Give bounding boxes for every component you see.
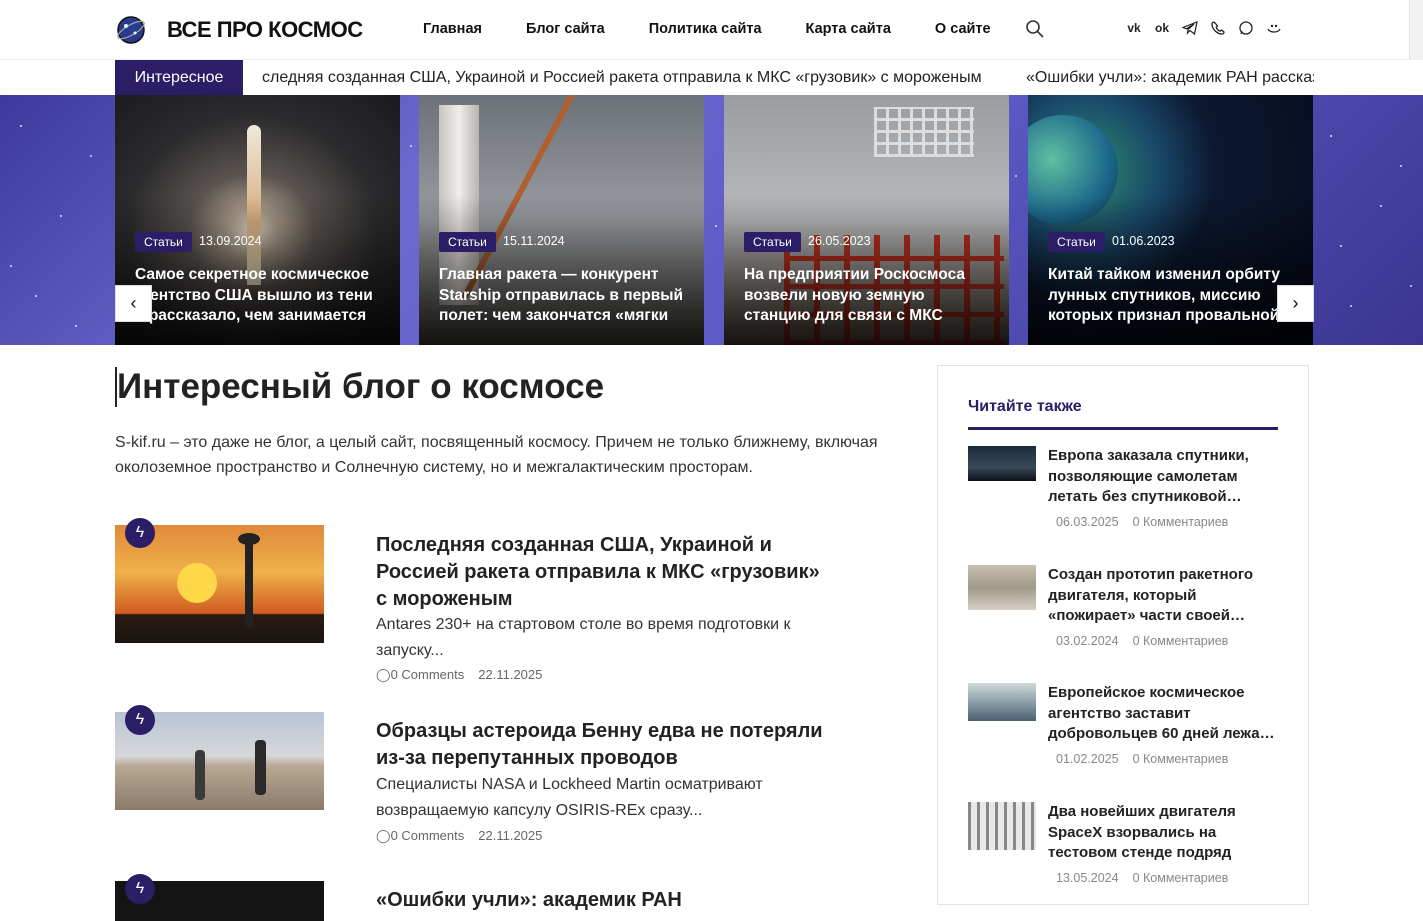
sidebar-item-meta: 01.02.2025 0 Комментариев bbox=[1056, 752, 1242, 766]
sidebar-item-title[interactable]: Европа заказала спутники, позволяющие са… bbox=[1048, 446, 1280, 508]
sidebar-item-title[interactable]: Два новейших двигателя SpaceX взорвались… bbox=[1048, 802, 1280, 864]
site-logo-text[interactable]: ВСЕ ПРО КОСМОС bbox=[167, 17, 363, 43]
post-title[interactable]: Образцы астероида Бенну едва не потеряли… bbox=[376, 718, 836, 772]
slide-title[interactable]: Самое секретное космическое агентство СШ… bbox=[135, 265, 385, 327]
slide-date: 15.11.2024 bbox=[503, 234, 565, 248]
sidebar-item-comments[interactable]: 0 Комментариев bbox=[1133, 871, 1229, 885]
nav-about[interactable]: О сайте bbox=[935, 21, 991, 37]
page-title: Интересный блог о космосе bbox=[115, 367, 605, 407]
site-header: ВСЕ ПРО КОСМОС Главная Блог сайта Полити… bbox=[0, 0, 1423, 60]
sidebar-item-comments[interactable]: 0 Комментариев bbox=[1133, 634, 1229, 648]
tower-image bbox=[245, 537, 253, 627]
viber-icon[interactable] bbox=[1210, 20, 1226, 36]
search-icon[interactable] bbox=[1025, 19, 1045, 39]
nav-policy[interactable]: Политика сайта bbox=[649, 21, 762, 37]
sun-image bbox=[177, 563, 217, 603]
sidebar-item-meta: 03.02.2024 0 Комментариев bbox=[1056, 634, 1242, 648]
person-image bbox=[255, 740, 266, 795]
sidebar-item-comments[interactable]: 0 Комментариев bbox=[1133, 515, 1229, 529]
vk-video-icon[interactable] bbox=[1266, 20, 1282, 36]
nav-sitemap[interactable]: Карта сайта bbox=[806, 21, 891, 37]
slide-date: 01.06.2023 bbox=[1112, 234, 1175, 248]
sidebar-item-title[interactable]: Создан прототип ракетного двигателя, кот… bbox=[1048, 565, 1280, 627]
slide-card[interactable]: Статьи 26.05.2023 На предприятии Роскосм… bbox=[724, 95, 1009, 345]
sidebar-item-meta: 06.03.2025 0 Комментариев bbox=[1056, 515, 1242, 529]
slide-category-badge[interactable]: Статьи bbox=[1048, 232, 1105, 252]
slide-card[interactable]: Статьи 15.11.2024 Главная ракета — конку… bbox=[419, 95, 704, 345]
comment-icon: ◯ bbox=[376, 828, 391, 843]
ok-icon[interactable]: ok bbox=[1154, 20, 1170, 36]
sidebar-item-comments[interactable]: 0 Комментариев bbox=[1133, 752, 1229, 766]
nav-blog[interactable]: Блог сайта bbox=[526, 21, 605, 37]
lightning-icon: ϟ bbox=[125, 518, 155, 548]
featured-slider: Статьи 13.09.2024 Самое секретное космич… bbox=[0, 95, 1423, 345]
post-meta: ◯0 Comments 22.11.2025 bbox=[376, 828, 556, 844]
ticker-item[interactable]: следняя созданная США, Украиной и Россие… bbox=[262, 60, 982, 95]
vk-icon[interactable]: vk bbox=[1126, 20, 1142, 36]
post-excerpt: Специалисты NASA и Lockheed Martin осмат… bbox=[376, 776, 763, 819]
slide-category-badge[interactable]: Статьи bbox=[135, 232, 192, 252]
sidebar-item-date: 06.03.2025 bbox=[1056, 515, 1119, 529]
sidebar: Читайте также Европа заказала спутники, … bbox=[937, 365, 1309, 905]
slide-category-badge[interactable]: Статьи bbox=[439, 232, 496, 252]
news-ticker: Интересное следняя созданная США, Украин… bbox=[0, 60, 1423, 95]
slide-card[interactable]: Статьи 01.06.2023 Китай тайком изменил о… bbox=[1028, 95, 1313, 345]
slide-title[interactable]: На предприятии Роскосмоса возвели новую … bbox=[744, 265, 994, 327]
slide-title[interactable]: Главная ракета — конкурент Starship отпр… bbox=[439, 265, 689, 327]
post-comments[interactable]: 0 Comments bbox=[391, 667, 465, 682]
post-date: 22.11.2025 bbox=[478, 828, 543, 843]
sidebar-item-meta: 13.05.2024 0 Комментариев bbox=[1056, 871, 1242, 885]
tower-top-image bbox=[238, 533, 260, 545]
sidebar-item-date: 03.02.2024 bbox=[1056, 634, 1119, 648]
ticker-track: следняя созданная США, Украиной и Россие… bbox=[262, 60, 1314, 95]
sidebar-thumbnail[interactable] bbox=[968, 446, 1036, 481]
telegram-icon[interactable] bbox=[1182, 20, 1198, 36]
slider-prev-button[interactable]: ‹ bbox=[115, 285, 152, 322]
slide-date: 13.09.2024 bbox=[199, 234, 262, 248]
slide-date: 26.05.2023 bbox=[808, 234, 871, 248]
whatsapp-icon[interactable] bbox=[1238, 20, 1254, 36]
ticker-label: Интересное bbox=[115, 60, 243, 95]
post-title[interactable]: «Ошибки учли»: академик РАН bbox=[376, 887, 836, 914]
intro-text: S-kif.ru – это даже не блог, а целый сай… bbox=[115, 434, 878, 476]
slider-next-button[interactable]: › bbox=[1277, 285, 1314, 322]
scrollbar[interactable] bbox=[1409, 0, 1423, 60]
person-image bbox=[195, 750, 205, 800]
lightning-icon: ϟ bbox=[125, 874, 155, 904]
slide-title[interactable]: Китай тайком изменил орбиту лунных спутн… bbox=[1048, 265, 1298, 327]
nav-home[interactable]: Главная bbox=[423, 21, 482, 37]
post-comments[interactable]: 0 Comments bbox=[391, 828, 465, 843]
social-links: vk ok bbox=[1126, 20, 1294, 36]
comment-icon: ◯ bbox=[376, 667, 391, 682]
slide-category-badge[interactable]: Статьи bbox=[744, 232, 801, 252]
post-date: 22.11.2025 bbox=[478, 667, 543, 682]
ticker-item[interactable]: «Ошибки учли»: академик РАН рассказ bbox=[1026, 60, 1314, 95]
antenna-image bbox=[874, 107, 974, 157]
sidebar-thumbnail[interactable] bbox=[968, 802, 1036, 850]
sidebar-item-date: 01.02.2025 bbox=[1056, 752, 1119, 766]
sidebar-item-title[interactable]: Европейское космическое агентство застав… bbox=[1048, 683, 1280, 745]
post-excerpt: Antares 230+ на стартовом столе во время… bbox=[376, 616, 791, 659]
sidebar-title: Читайте также bbox=[968, 398, 1082, 415]
planet-logo-icon[interactable] bbox=[115, 14, 147, 46]
slide-card[interactable]: Статьи 13.09.2024 Самое секретное космич… bbox=[115, 95, 400, 345]
post-title[interactable]: Последняя созданная США, Украиной и Росс… bbox=[376, 532, 836, 613]
post-meta: ◯0 Comments 22.11.2025 bbox=[376, 667, 556, 683]
lightning-icon: ϟ bbox=[125, 705, 155, 735]
sidebar-thumbnail[interactable] bbox=[968, 683, 1036, 721]
sidebar-item-date: 13.05.2024 bbox=[1056, 871, 1119, 885]
sidebar-thumbnail[interactable] bbox=[968, 565, 1036, 610]
main-nav: Главная Блог сайта Политика сайта Карта … bbox=[423, 21, 1035, 37]
sidebar-divider bbox=[968, 427, 1278, 430]
